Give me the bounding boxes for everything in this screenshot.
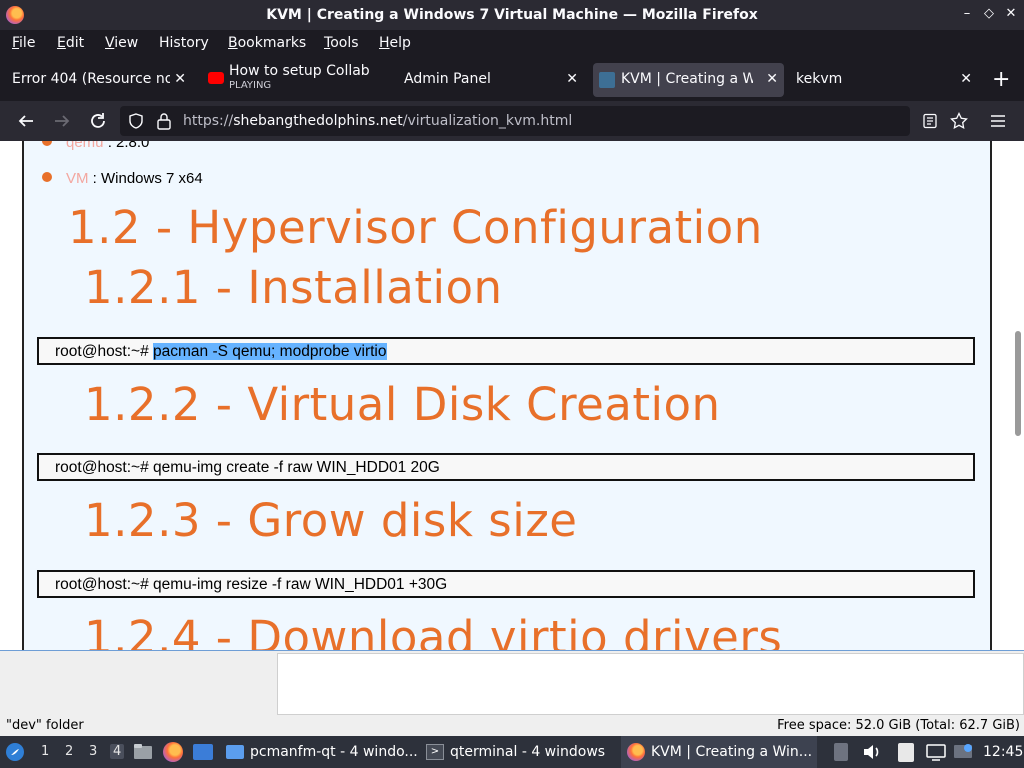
maximize-button[interactable]: ◇ bbox=[980, 5, 998, 23]
tab-error-404[interactable]: Error 404 (Resource not ✕ bbox=[4, 63, 192, 97]
tab-kekvm[interactable]: kekvm ✕ bbox=[788, 63, 978, 97]
tab-label: Error 404 (Resource not bbox=[12, 71, 170, 87]
tab-collab-video[interactable]: How to setup Collab\ PLAYING bbox=[204, 63, 370, 97]
back-arrow-icon[interactable] bbox=[14, 109, 38, 133]
menu-file[interactable]: File bbox=[12, 35, 35, 51]
close-icon[interactable]: ✕ bbox=[566, 71, 578, 87]
web-content: qemu : 2.8.0 VM : Windows 7 x64 1.2 - Hy… bbox=[0, 141, 1024, 650]
tab-label: kekvm bbox=[796, 71, 843, 87]
article-body: qemu : 2.8.0 VM : Windows 7 x64 1.2 - Hy… bbox=[22, 141, 992, 650]
code-block-disk-create[interactable]: root@host:~# qemu-img create -f raw WIN_… bbox=[37, 453, 975, 481]
tab-label: How to setup Collab\ bbox=[229, 63, 369, 79]
menu-history[interactable]: History bbox=[159, 35, 209, 51]
display-icon[interactable] bbox=[926, 736, 946, 768]
window-title: KVM | Creating a Windows 7 Virtual Machi… bbox=[266, 7, 758, 23]
desktop-3[interactable]: 3 bbox=[89, 744, 97, 759]
scrollbar-thumb[interactable] bbox=[1015, 331, 1021, 436]
tab-label: KVM | Creating a Win bbox=[621, 71, 753, 87]
new-tab-button[interactable]: + bbox=[992, 67, 1010, 92]
tab-playing-label: PLAYING bbox=[229, 80, 272, 91]
task-qterminal[interactable]: > qterminal - 4 windows bbox=[422, 736, 618, 768]
show-desktop-icon[interactable] bbox=[193, 736, 213, 768]
free-space-status: Free space: 52.0 GiB (Total: 62.7 GiB) bbox=[777, 718, 1020, 733]
firefox-icon bbox=[627, 743, 645, 761]
file-list-pane[interactable] bbox=[277, 653, 1024, 715]
network-icon[interactable] bbox=[953, 736, 973, 768]
list-item: VM : Windows 7 x64 bbox=[42, 170, 203, 187]
menu-tools[interactable]: Tools bbox=[324, 35, 359, 51]
forward-arrow-icon[interactable] bbox=[50, 109, 74, 133]
close-icon[interactable]: ✕ bbox=[766, 71, 778, 87]
tracking-shield-icon[interactable] bbox=[128, 113, 144, 133]
terminal-icon: > bbox=[426, 744, 444, 760]
address-bar[interactable]: https://shebangthedolphins.net/virtualiz… bbox=[120, 106, 968, 136]
bookmark-star-icon[interactable] bbox=[950, 111, 968, 134]
clock[interactable]: 12:45 bbox=[983, 736, 1023, 768]
menu-view[interactable]: View bbox=[105, 35, 138, 51]
selected-text: pacman -S qemu; modprobe virtio bbox=[153, 343, 387, 360]
clipboard-icon[interactable] bbox=[898, 736, 914, 768]
volume-icon[interactable] bbox=[862, 736, 882, 768]
heading-installation: 1.2.1 - Installation bbox=[84, 261, 503, 314]
list-item: qemu : 2.8.0 bbox=[42, 141, 149, 151]
tab-label: Admin Panel bbox=[404, 71, 491, 87]
menu-edit[interactable]: Edit bbox=[57, 35, 84, 51]
site-favicon-icon bbox=[599, 72, 615, 88]
firefox-launcher-icon[interactable] bbox=[163, 736, 183, 768]
code-block-install[interactable]: root@host:~# pacman -S qemu; modprobe vi… bbox=[37, 337, 975, 365]
tab-admin-panel[interactable]: Admin Panel ✕ bbox=[396, 63, 584, 97]
reload-icon[interactable] bbox=[86, 109, 110, 133]
url-text: https://shebangthedolphins.net/virtualiz… bbox=[183, 113, 573, 129]
scroll-up-icon[interactable] bbox=[834, 736, 848, 768]
navigation-toolbar: https://shebangthedolphins.net/virtualiz… bbox=[0, 101, 1024, 141]
menu-bar: File Edit View History Bookmarks Tools H… bbox=[0, 30, 1024, 57]
file-manager-launcher-icon[interactable] bbox=[133, 736, 153, 768]
tab-strip: Error 404 (Resource not ✕ How to setup C… bbox=[0, 57, 1024, 101]
desktop-4[interactable]: 4 bbox=[110, 744, 125, 759]
lock-icon[interactable] bbox=[156, 112, 172, 134]
youtube-icon bbox=[208, 72, 224, 84]
heading-download-virtio-drivers: 1.2.4 - Download virtio drivers bbox=[84, 611, 783, 650]
close-window-button[interactable]: ✕ bbox=[1002, 5, 1020, 23]
desktop-2[interactable]: 2 bbox=[65, 744, 73, 759]
folder-status: "dev" folder bbox=[6, 718, 84, 733]
code-block-disk-resize[interactable]: root@host:~# qemu-img resize -f raw WIN_… bbox=[37, 570, 975, 598]
task-firefox-active[interactable]: KVM | Creating a Win... bbox=[621, 736, 817, 768]
window-titlebar: KVM | Creating a Windows 7 Virtual Machi… bbox=[0, 0, 1024, 30]
task-pcmanfm[interactable]: pcmanfm-qt - 4 windo... bbox=[222, 736, 418, 768]
hamburger-menu-icon[interactable] bbox=[986, 109, 1010, 133]
desktop-1[interactable]: 1 bbox=[41, 744, 49, 759]
menu-bookmarks[interactable]: Bookmarks bbox=[228, 35, 306, 51]
menu-help[interactable]: Help bbox=[379, 35, 411, 51]
close-icon[interactable]: ✕ bbox=[960, 71, 972, 87]
taskbar: 1 2 3 4 pcmanfm-qt - 4 windo... > qtermi… bbox=[0, 736, 1024, 768]
folder-icon bbox=[226, 745, 244, 759]
minimize-button[interactable]: – bbox=[958, 5, 976, 23]
tab-kvm-active[interactable]: KVM | Creating a Win ✕ bbox=[593, 63, 784, 97]
page-scrollbar[interactable] bbox=[1012, 141, 1024, 650]
reader-view-icon[interactable] bbox=[922, 113, 938, 133]
start-menu-icon[interactable] bbox=[5, 736, 25, 768]
heading-hypervisor-configuration: 1.2 - Hypervisor Configuration bbox=[68, 201, 763, 254]
heading-virtual-disk-creation: 1.2.2 - Virtual Disk Creation bbox=[84, 378, 721, 431]
close-icon[interactable]: ✕ bbox=[174, 71, 186, 87]
file-manager-window: "dev" folder Free space: 52.0 GiB (Total… bbox=[0, 650, 1024, 736]
heading-grow-disk-size: 1.2.3 - Grow disk size bbox=[84, 494, 578, 547]
